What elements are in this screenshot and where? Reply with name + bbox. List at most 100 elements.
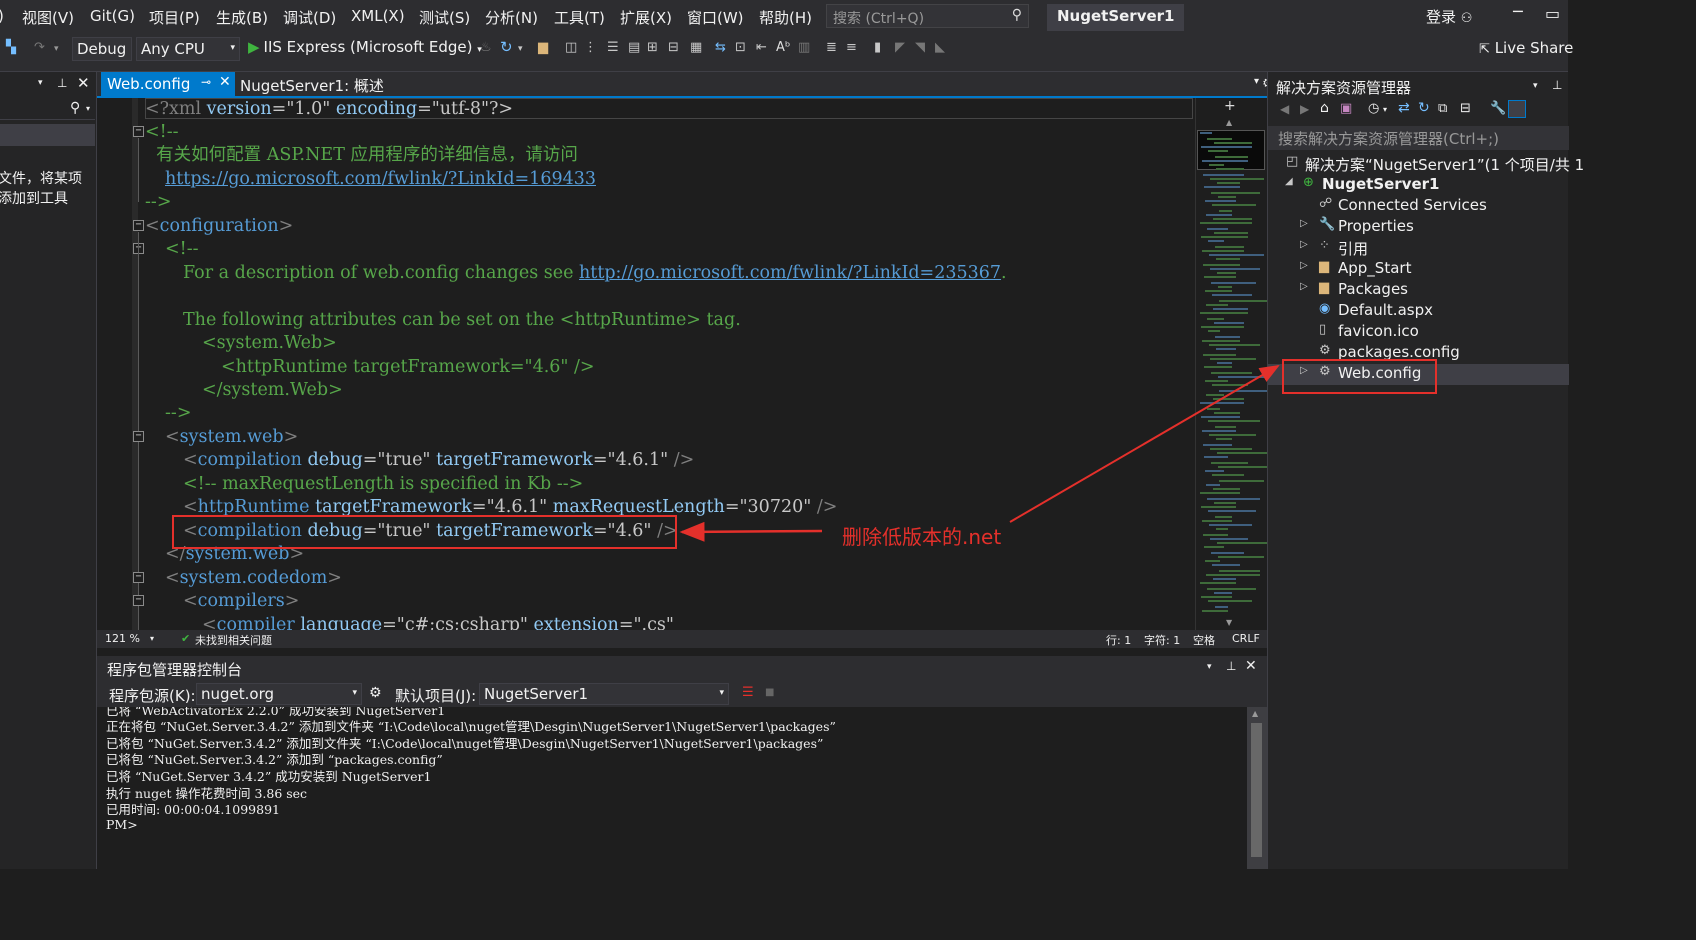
tree-item-default-aspx[interactable]: ◉ Default.aspx xyxy=(1268,301,1569,322)
solution-search-input[interactable]: 搜索解决方案资源管理器(Ctrl+;) xyxy=(1268,126,1569,150)
login-link[interactable]: 登录 ⚇ xyxy=(1426,6,1472,27)
tree-item-favicon[interactable]: ▯ favicon.ico xyxy=(1268,322,1569,343)
refresh-dropdown-icon[interactable]: ▾ xyxy=(518,44,523,54)
scroll-up-icon[interactable]: ▲ xyxy=(1226,118,1232,127)
code-link[interactable]: https://go.microsoft.com/fwlink/?LinkId=… xyxy=(165,169,596,189)
menu-view[interactable]: 视图(V) xyxy=(22,7,74,28)
fire-icon[interactable]: ♨ xyxy=(480,40,492,55)
tree-item-connected-services[interactable]: ☍ Connected Services xyxy=(1268,196,1569,217)
comment-icon[interactable]: ≣ xyxy=(826,40,837,55)
left-panel-search[interactable]: ⚲ ▾ xyxy=(0,98,95,120)
tree-item-references[interactable]: ▷ ⁘ 引用 xyxy=(1268,238,1569,259)
menu-window[interactable]: 窗口(W) xyxy=(687,7,744,28)
tree2-icon[interactable]: ⊟ xyxy=(668,40,679,55)
eol-indicator[interactable]: CRLF xyxy=(1232,632,1260,645)
fold-toggle-icon[interactable]: − xyxy=(133,595,144,606)
issues-status[interactable]: 未找到相关问题 xyxy=(195,632,272,648)
editor-minimap[interactable]: + ▲ ▼ xyxy=(1195,98,1272,630)
settings-icon[interactable]: ⚙ xyxy=(369,685,382,701)
tree-item-properties[interactable]: ▷ 🔧 Properties xyxy=(1268,217,1569,238)
tree-project[interactable]: ◢ ⊕ NugetServer1 xyxy=(1268,175,1569,196)
preview-toggle[interactable] xyxy=(1508,100,1526,118)
menu-project[interactable]: 项目(P) xyxy=(149,7,200,28)
bookmark-icon[interactable]: ▮ xyxy=(874,40,881,55)
step-icon[interactable]: ⇆ xyxy=(715,40,726,55)
minimize-icon[interactable]: ─ xyxy=(1513,2,1523,21)
fold-toggle-icon[interactable]: − xyxy=(133,431,144,442)
page-icon[interactable]: ▤ xyxy=(628,40,640,55)
close-icon[interactable]: ✕ xyxy=(77,74,90,92)
maximize-icon[interactable]: ▭ xyxy=(1545,4,1560,23)
pin-icon[interactable]: ⊸ xyxy=(201,75,211,89)
bookmark-clear-icon[interactable]: ◣ xyxy=(935,40,945,55)
menu-xml[interactable]: XML(X) xyxy=(351,7,405,25)
zoom-level[interactable]: 121 % xyxy=(105,632,140,645)
forward-icon[interactable]: ▶ xyxy=(1300,102,1309,116)
redo-dropdown-icon[interactable]: ▾ xyxy=(54,44,59,54)
console-prompt[interactable]: PM> xyxy=(106,817,138,832)
pin-icon[interactable]: ⊥ xyxy=(1226,659,1236,673)
fold-toggle-icon[interactable]: − xyxy=(133,572,144,583)
live-share-button[interactable]: ⇱ Live Share xyxy=(1479,39,1573,57)
uncomment-icon[interactable]: ≡ xyxy=(846,40,857,55)
grid-icon[interactable]: ▦ xyxy=(690,40,702,55)
menu-analyze[interactable]: 分析(N) xyxy=(485,7,538,28)
pmc-scrollbar[interactable]: ▲ xyxy=(1247,707,1267,869)
redo-icon[interactable]: ↷ xyxy=(34,40,45,55)
fold-toggle-icon[interactable]: − xyxy=(133,220,144,231)
sync-icon[interactable]: ⇄ xyxy=(1398,100,1410,116)
run-button[interactable]: ▶ IIS Express (Microsoft Edge) ▾ xyxy=(248,38,482,56)
bookmark-prev-icon[interactable]: ◤ xyxy=(895,40,905,55)
tree-solution-root[interactable]: ◰ 解决方案“NugetServer1”(1 个项目/共 1 xyxy=(1268,154,1584,175)
expand-closed-icon[interactable]: ▷ xyxy=(1300,281,1308,292)
chevron-down-icon[interactable]: ▾ xyxy=(38,78,43,88)
chevron-down-icon[interactable]: ▾ xyxy=(1533,81,1538,91)
clear-console-icon[interactable]: ☰ xyxy=(742,685,754,700)
folder-icon[interactable]: ▆ xyxy=(538,40,548,55)
properties-icon[interactable]: 🔧 xyxy=(1490,101,1506,116)
format-icon[interactable]: Aᵇ xyxy=(776,40,790,55)
code-editor[interactable]: − − − − − − <?xml version="1.0" encoding… xyxy=(97,98,1195,630)
pin-icon[interactable]: ⊥ xyxy=(57,76,67,90)
tree-icon[interactable]: ⊞ xyxy=(647,40,658,55)
scroll-down-icon[interactable]: ▼ xyxy=(1226,618,1232,627)
bookmark-next-icon[interactable]: ◥ xyxy=(915,40,925,55)
platform-select[interactable]: Any CPU ▾ xyxy=(136,37,240,61)
code-link[interactable]: http://go.microsoft.com/fwlink/?LinkId=2… xyxy=(579,263,1001,283)
search-input[interactable]: 搜索 (Ctrl+Q) ⚲ xyxy=(826,4,1029,28)
scroll-thumb[interactable] xyxy=(1251,723,1262,857)
tree-item-packages[interactable]: ▷ ▆ Packages xyxy=(1268,280,1569,301)
home-icon[interactable]: ⌂ xyxy=(1320,100,1329,116)
expand-closed-icon[interactable]: ▷ xyxy=(1300,239,1308,250)
chevron-down-icon[interactable]: ▾ xyxy=(1383,105,1387,114)
tab-web-config[interactable]: Web.config ⊸ ✕ xyxy=(101,72,235,96)
config-select[interactable]: Debug xyxy=(72,37,132,61)
refresh-icon[interactable]: ↻ xyxy=(500,38,513,56)
switch-view-icon[interactable]: ▣ xyxy=(1340,101,1352,116)
expand-closed-icon[interactable]: ▷ xyxy=(1300,218,1308,229)
chevron-down-icon[interactable]: ▾ xyxy=(150,634,154,643)
whitespace-indicator[interactable]: 空格 xyxy=(1193,632,1215,648)
dots-icon[interactable]: ⋮ xyxy=(584,40,597,55)
save-all-icon[interactable]: ▚ xyxy=(6,40,16,55)
expand-closed-icon[interactable]: ▷ xyxy=(1300,260,1308,271)
close-icon[interactable]: ✕ xyxy=(219,74,231,90)
box-icon[interactable]: ⊡ xyxy=(735,40,746,55)
close-icon[interactable]: ✕ xyxy=(1245,658,1257,674)
menu-extensions[interactable]: 扩展(X) xyxy=(620,7,672,28)
window-icon[interactable]: ◫ xyxy=(565,40,577,55)
scroll-up-icon[interactable]: ▲ xyxy=(1252,709,1258,718)
expand-open-icon[interactable]: ◢ xyxy=(1285,176,1293,187)
tree-item-app-start[interactable]: ▷ ▆ App_Start xyxy=(1268,259,1569,280)
pmc-console-output[interactable]: 已将 “WebActivatorEx 2.2.0” 成功安装到 NugetSer… xyxy=(97,707,1247,869)
default-project-select[interactable]: NugetServer1 ▾ xyxy=(479,683,729,705)
fold-toggle-icon[interactable]: − xyxy=(133,126,144,137)
show-all-files-icon[interactable]: ⊟ xyxy=(1460,101,1471,116)
columns-icon[interactable]: ▥ xyxy=(798,40,810,55)
tab-overview[interactable]: NugetServer1: 概述 xyxy=(240,75,384,96)
menu-tools[interactable]: 工具(T) xyxy=(554,7,605,28)
refresh-icon[interactable]: ↻ xyxy=(1418,100,1430,116)
list-icon[interactable]: ☰ xyxy=(607,40,619,55)
indent-icon[interactable]: ⇤ xyxy=(756,40,767,55)
menu-debug[interactable]: 调试(D) xyxy=(283,7,336,28)
